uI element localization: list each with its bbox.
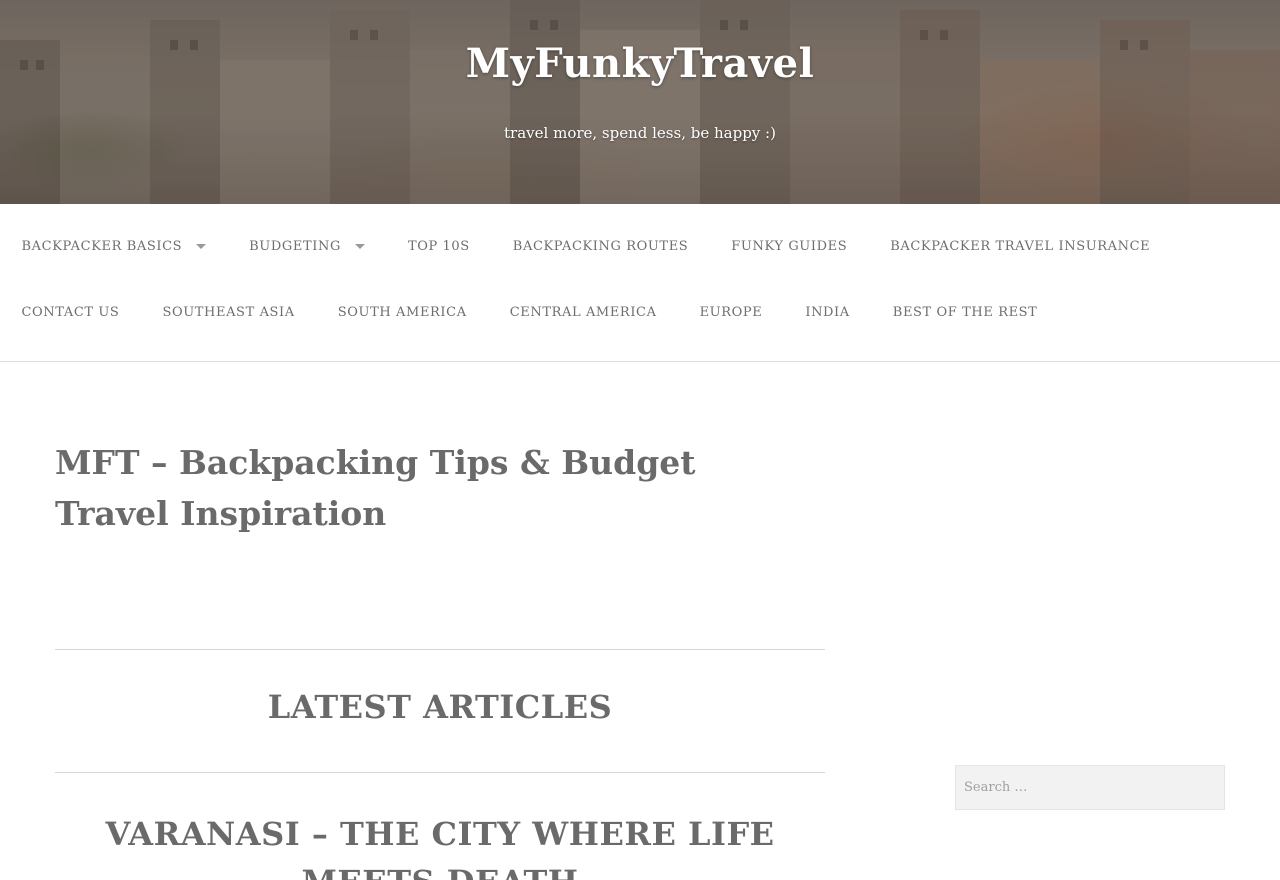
nav-row-primary: BACKPACKER BASICS BUDGETING TOP 10S BACK… xyxy=(0,214,1172,279)
nav-item-label: CONTACT US xyxy=(21,305,120,320)
divider xyxy=(55,772,825,773)
nav-item-label: EUROPE xyxy=(699,305,763,320)
nav-item-best-of-the-rest[interactable]: BEST OF THE REST xyxy=(871,280,1059,345)
nav-item-contact-us[interactable]: CONTACT US xyxy=(0,280,141,345)
site-header: MyFunkyTravel travel more, spend less, b… xyxy=(0,0,1280,204)
nav-item-label: CENTRAL AMERICA xyxy=(509,305,657,320)
nav-item-label: BUDGETING xyxy=(249,239,341,254)
nav-item-label: BACKPACKER BASICS xyxy=(21,239,183,254)
nav-item-backpacker-basics[interactable]: BACKPACKER BASICS xyxy=(0,214,228,279)
nav-item-label: BEST OF THE REST xyxy=(892,305,1038,320)
nav-item-budgeting[interactable]: BUDGETING xyxy=(228,214,387,279)
nav-item-label: BACKPACKER TRAVEL INSURANCE xyxy=(890,239,1151,254)
nav-item-label: SOUTHEAST ASIA xyxy=(162,305,295,320)
nav-item-label: TOP 10S xyxy=(407,239,470,254)
article-title-link[interactable]: VARANASI – THE CITY WHERE LIFE MEETS DEA… xyxy=(55,810,825,880)
section-title-latest-articles: LATEST ARTICLES xyxy=(267,688,613,726)
header-overlay xyxy=(0,0,1280,204)
nav-row-secondary: CONTACT US SOUTHEAST ASIA SOUTH AMERICA … xyxy=(0,280,1059,345)
nav-item-label: FUNKY GUIDES xyxy=(731,239,848,254)
nav-item-label: SOUTH AMERICA xyxy=(337,305,467,320)
nav-item-india[interactable]: INDIA xyxy=(784,280,871,345)
site-title[interactable]: MyFunkyTravel xyxy=(0,40,1280,87)
nav-item-label: INDIA xyxy=(805,305,850,320)
nav-item-central-america[interactable]: CENTRAL AMERICA xyxy=(488,280,678,345)
nav-item-label: BACKPACKING ROUTES xyxy=(512,239,689,254)
main-navigation: BACKPACKER BASICS BUDGETING TOP 10S BACK… xyxy=(0,204,1280,362)
chevron-down-icon xyxy=(196,244,207,249)
site-tagline: travel more, spend less, be happy :) xyxy=(504,124,776,142)
nav-item-europe[interactable]: EUROPE xyxy=(678,280,784,345)
nav-item-southeast-asia[interactable]: SOUTHEAST ASIA xyxy=(141,280,316,345)
divider xyxy=(55,649,825,650)
chevron-down-icon xyxy=(354,244,365,249)
nav-item-backpacking-routes[interactable]: BACKPACKING ROUTES xyxy=(491,214,710,279)
nav-item-south-america[interactable]: SOUTH AMERICA xyxy=(316,280,488,345)
nav-item-top-10s[interactable]: TOP 10S xyxy=(386,214,491,279)
nav-item-backpacker-travel-insurance[interactable]: BACKPACKER TRAVEL INSURANCE xyxy=(869,214,1172,279)
search-input[interactable] xyxy=(955,765,1225,810)
nav-item-funky-guides[interactable]: FUNKY GUIDES xyxy=(710,214,869,279)
page-title: MFT – Backpacking Tips & Budget Travel I… xyxy=(55,443,696,533)
